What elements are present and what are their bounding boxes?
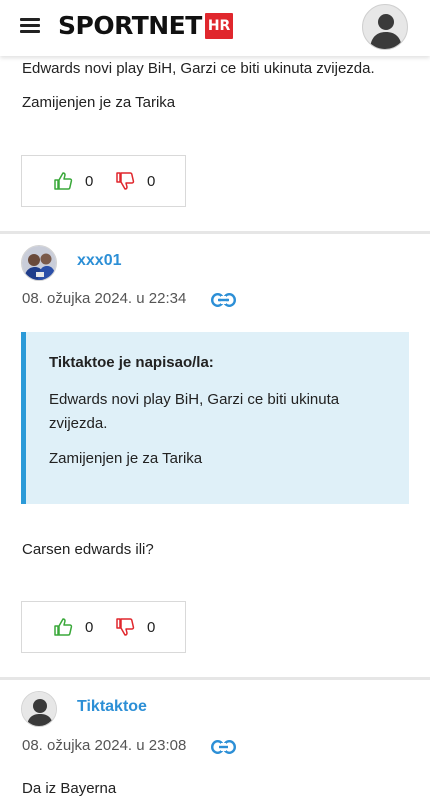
- quote-text: Zamijenjen je za Tarika: [49, 450, 203, 467]
- dislike-count: 0: [147, 618, 156, 636]
- menu-line: [20, 18, 40, 21]
- comment-text: Da iz Bayerna: [22, 780, 117, 797]
- like-count: 0: [85, 618, 94, 636]
- comment-separator: [0, 677, 430, 680]
- logo-badge: HR: [204, 13, 234, 39]
- thumbs-down-icon: [116, 618, 135, 636]
- like-button[interactable]: 0: [53, 156, 93, 206]
- vote-box: 0 0: [21, 155, 186, 207]
- top-header: SPORTNET HR: [0, 0, 430, 56]
- comment-separator: [0, 231, 430, 234]
- sportnet-logo[interactable]: SPORTNET HR: [58, 11, 234, 41]
- comment-text: Carsen edwards ili?: [22, 541, 154, 558]
- link-icon[interactable]: [211, 293, 236, 307]
- vote-box: 0 0: [21, 601, 186, 653]
- user-avatar-icon[interactable]: [362, 4, 408, 50]
- comment-timestamp: 08. ožujka 2024. u 22:34: [22, 290, 187, 307]
- logo-text: SPORTNET: [58, 11, 202, 40]
- quote-text: Edwards novi play BiH, Garzi ce biti uki…: [49, 391, 340, 408]
- menu-line: [20, 30, 40, 33]
- commenter-avatar[interactable]: [21, 245, 57, 281]
- thumbs-up-icon: [54, 172, 73, 190]
- link-icon[interactable]: [211, 740, 236, 754]
- dislike-count: 0: [147, 172, 156, 190]
- commenter-username[interactable]: Tiktaktoe: [77, 698, 147, 716]
- thumbs-down-icon: [116, 172, 135, 190]
- commenter-username[interactable]: xxx01: [77, 252, 122, 270]
- quoted-comment: Tiktaktoe je napisao/la: Edwards novi pl…: [21, 332, 409, 504]
- like-count: 0: [85, 172, 94, 190]
- dislike-button[interactable]: 0: [115, 602, 155, 652]
- quote-text: zvijezda.: [49, 415, 108, 432]
- commenter-avatar[interactable]: [21, 691, 57, 727]
- comment-text: Edwards novi play BiH, Garzi ce biti uki…: [22, 60, 375, 77]
- dislike-button[interactable]: 0: [115, 156, 155, 206]
- comment-text: Zamijenjen je za Tarika: [22, 94, 176, 111]
- thumbs-up-icon: [54, 618, 73, 636]
- comment-timestamp: 08. ožujka 2024. u 23:08: [22, 737, 187, 754]
- like-button[interactable]: 0: [53, 602, 93, 652]
- hamburger-menu-icon[interactable]: [20, 17, 40, 33]
- quote-author: Tiktaktoe je napisao/la:: [49, 354, 214, 371]
- menu-line: [20, 24, 40, 27]
